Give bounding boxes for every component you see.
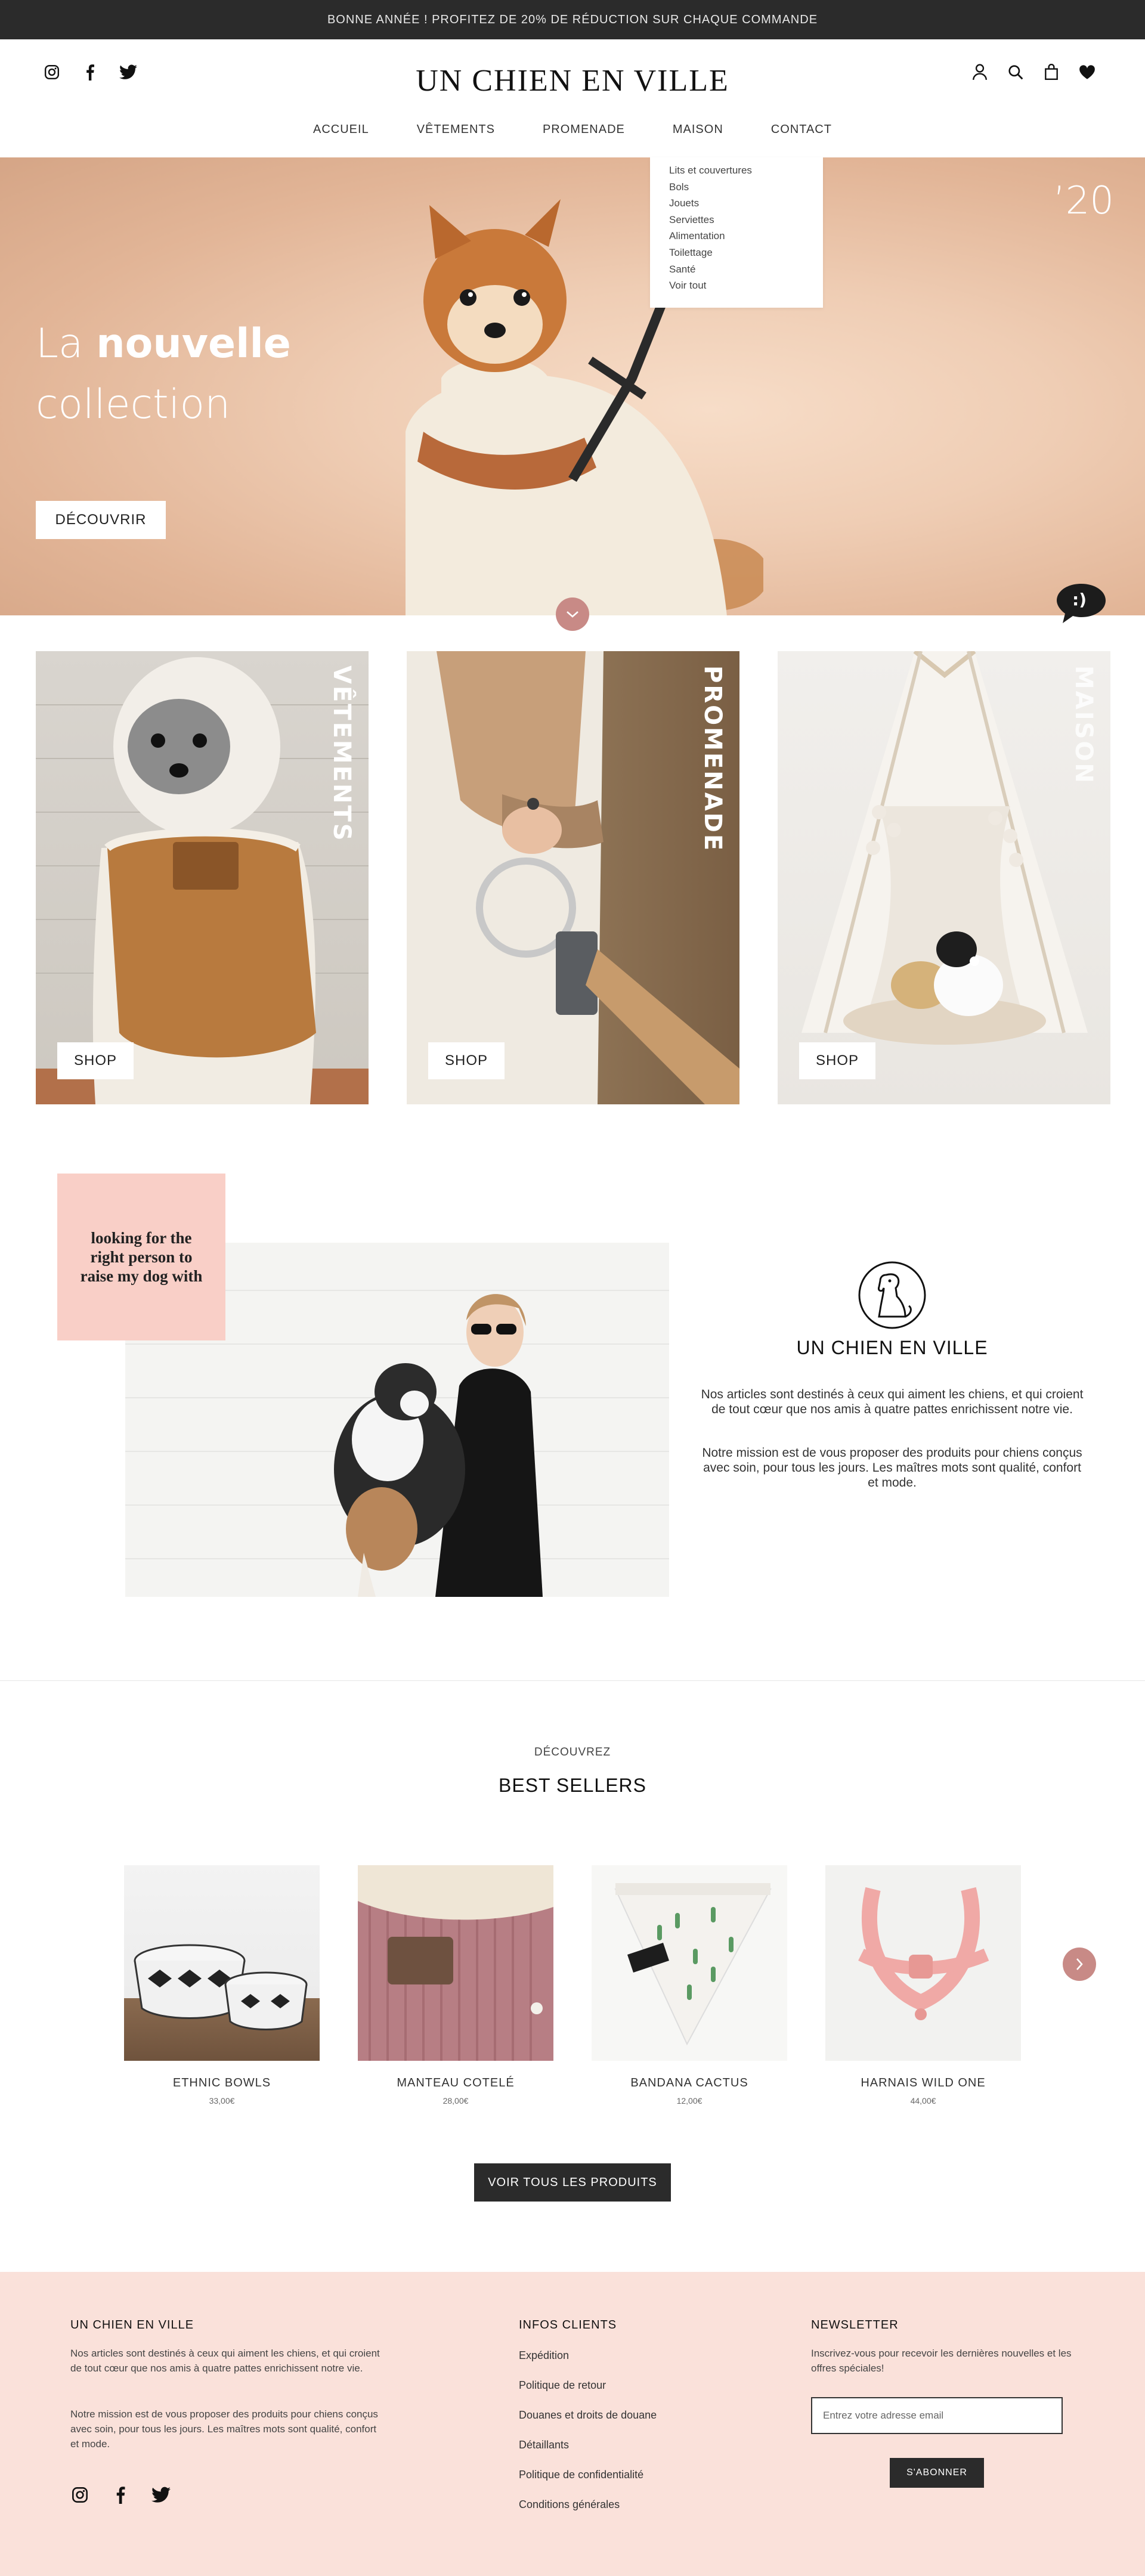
maison-teepee-image [802, 651, 1088, 1045]
hero-year: ’20 [1053, 179, 1114, 223]
chevron-right-icon [1076, 1958, 1083, 1970]
main-nav: ACCUEIL VÊTEMENTS PROMENADE MAISON CONTA… [0, 123, 1145, 137]
dropdown-item-sante[interactable]: Santé [669, 261, 804, 278]
subscribe-button[interactable]: S'ABONNER [890, 2458, 984, 2488]
product-name[interactable]: ETHNIC BOWLS [124, 2076, 320, 2090]
category-label: VÊTEMENTS [328, 665, 355, 843]
instagram-icon[interactable] [70, 2485, 89, 2504]
product-image[interactable] [592, 1865, 787, 2061]
footer-brand-title: UN CHIEN EN VILLE [70, 2318, 194, 2332]
announcement-bar: BONNE ANNÉE ! PROFITEZ DE 20% DE RÉDUCTI… [0, 0, 1145, 39]
maison-dropdown-menu: Lits et couvertures Bols Jouets Serviett… [650, 157, 823, 308]
product-name[interactable]: HARNAIS WILD ONE [825, 2076, 1021, 2090]
hero-title-prefix: La [36, 320, 83, 367]
bestsellers-title: BEST SELLERS [499, 1775, 646, 1796]
header-utility-icons [971, 63, 1096, 81]
product-name[interactable]: MANTEAU COTELÉ [358, 2076, 553, 2090]
view-all-products-button[interactable]: VOIR TOUS LES PRODUITS [474, 2163, 671, 2202]
dropdown-item-voir-tout[interactable]: Voir tout [669, 277, 804, 294]
footer-about-paragraph-1: Nos articles sont destinés à ceux qui ai… [70, 2348, 380, 2374]
hero-banner: La nouvelle collection ’20 DÉCOUVRIR [0, 157, 1145, 615]
dropdown-item-bols[interactable]: Bols [669, 179, 804, 196]
harnais-wild-one-image [858, 1887, 989, 2020]
chat-widget-button[interactable]: :) [1056, 581, 1107, 626]
footer-link-expedition[interactable]: Expédition [519, 2349, 569, 2362]
category-label: MAISON [1070, 665, 1097, 785]
footer-link-detaillants[interactable]: Détaillants [519, 2439, 569, 2451]
ethnic-bowls-image [134, 1944, 308, 2030]
promenade-leash-image [407, 651, 739, 1104]
product-price: 33,00€ [209, 2096, 235, 2106]
product-price: 12,00€ [676, 2096, 703, 2106]
dog-logo-icon [858, 1261, 926, 1329]
section-divider [0, 1680, 1145, 1681]
about-paragraph-2: Notre mission est de vous proposer des p… [702, 1446, 1082, 1490]
footer-newsletter-text: Inscrivez-vous pour recevoir les dernièr… [811, 2348, 1072, 2374]
dropdown-item-serviettes[interactable]: Serviettes [669, 212, 804, 228]
heart-icon[interactable] [1078, 63, 1096, 81]
about-paragraph-1: Nos articles sont destinés à ceux qui ai… [701, 1388, 1084, 1416]
facebook-icon[interactable] [111, 2485, 130, 2504]
about-brand-name: UN CHIEN EN VILLE [796, 1337, 988, 1358]
hero-title-bold: nouvelle [96, 320, 291, 367]
account-icon[interactable] [971, 63, 989, 81]
scroll-down-button[interactable] [556, 597, 589, 631]
footer-social-links [70, 2485, 171, 2504]
dropdown-item-lits[interactable]: Lits et couvertures [669, 162, 804, 179]
site-header: UN CHIEN EN VILLE ACCUEIL VÊTEMENTS PROM… [0, 39, 1145, 156]
bestsellers-eyebrow: DÉCOUVREZ [534, 1746, 611, 1758]
category-card-maison[interactable]: MAISON SHOP [778, 651, 1110, 1104]
hero-title-line2: collection [36, 381, 231, 428]
product-image[interactable] [358, 1865, 553, 2061]
footer-link-douanes[interactable]: Douanes et droits de douane [519, 2409, 657, 2422]
dropdown-item-jouets[interactable]: Jouets [669, 195, 804, 212]
product-card[interactable]: HARNAIS WILD ONE 44,00€ [825, 1865, 1021, 2106]
shop-button-promenade[interactable]: SHOP [428, 1042, 505, 1079]
shop-button-maison[interactable]: SHOP [799, 1042, 875, 1079]
quote-text: looking for the right person to raise my… [80, 1229, 203, 1285]
newsletter-email-input[interactable] [811, 2397, 1063, 2434]
manteau-cotele-image [358, 1865, 553, 2061]
nav-item-vetements[interactable]: VÊTEMENTS [393, 123, 519, 137]
footer-newsletter-title: NEWSLETTER [811, 2318, 899, 2332]
product-card[interactable]: BANDANA CACTUS 12,00€ [592, 1865, 787, 2106]
category-card-promenade[interactable]: PROMENADE SHOP [407, 651, 739, 1104]
product-price: 44,00€ [910, 2096, 936, 2106]
chevron-down-icon [567, 611, 578, 618]
nav-item-contact[interactable]: CONTACT [747, 123, 856, 137]
footer-link-conditions[interactable]: Conditions générales [519, 2498, 620, 2511]
discover-button[interactable]: DÉCOUVRIR [36, 501, 166, 539]
product-name[interactable]: BANDANA CACTUS [592, 2076, 787, 2090]
nav-item-accueil[interactable]: ACCUEIL [289, 123, 393, 137]
footer-infos-title: INFOS CLIENTS [519, 2318, 617, 2332]
vetements-dog-image [36, 657, 369, 1104]
chat-smiley: :) [1072, 590, 1087, 609]
product-card[interactable]: ETHNIC BOWLS 33,00€ [124, 1865, 320, 2106]
dropdown-item-alimentation[interactable]: Alimentation [669, 228, 804, 244]
nav-item-maison[interactable]: MAISON [649, 123, 747, 137]
carousel-next-button[interactable] [1063, 1948, 1096, 1981]
footer-link-retour[interactable]: Politique de retour [519, 2379, 606, 2392]
bandana-cactus-image [614, 1883, 772, 2046]
product-card[interactable]: MANTEAU COTELÉ 28,00€ [358, 1865, 553, 2106]
product-price: 28,00€ [442, 2096, 469, 2106]
hero-heading: La nouvelle collection [36, 314, 291, 435]
quote-box: looking for the right person to raise my… [57, 1174, 225, 1340]
nav-item-promenade[interactable]: PROMENADE [519, 123, 649, 137]
search-icon[interactable] [1007, 63, 1025, 81]
product-image[interactable] [124, 1865, 320, 2061]
twitter-icon[interactable] [151, 2485, 171, 2504]
footer-about-paragraph-2: Notre mission est de vous proposer des p… [70, 2408, 378, 2450]
dropdown-item-toilettage[interactable]: Toilettage [669, 244, 804, 261]
category-label: PROMENADE [699, 665, 726, 853]
shop-button-vetements[interactable]: SHOP [57, 1042, 134, 1079]
bag-icon[interactable] [1042, 63, 1060, 81]
footer-link-confidentialite[interactable]: Politique de confidentialité [519, 2469, 643, 2481]
announcement-text: BONNE ANNÉE ! PROFITEZ DE 20% DE RÉDUCTI… [327, 13, 818, 26]
category-card-vetements[interactable]: VÊTEMENTS SHOP [36, 651, 369, 1104]
product-image[interactable] [825, 1865, 1021, 2061]
